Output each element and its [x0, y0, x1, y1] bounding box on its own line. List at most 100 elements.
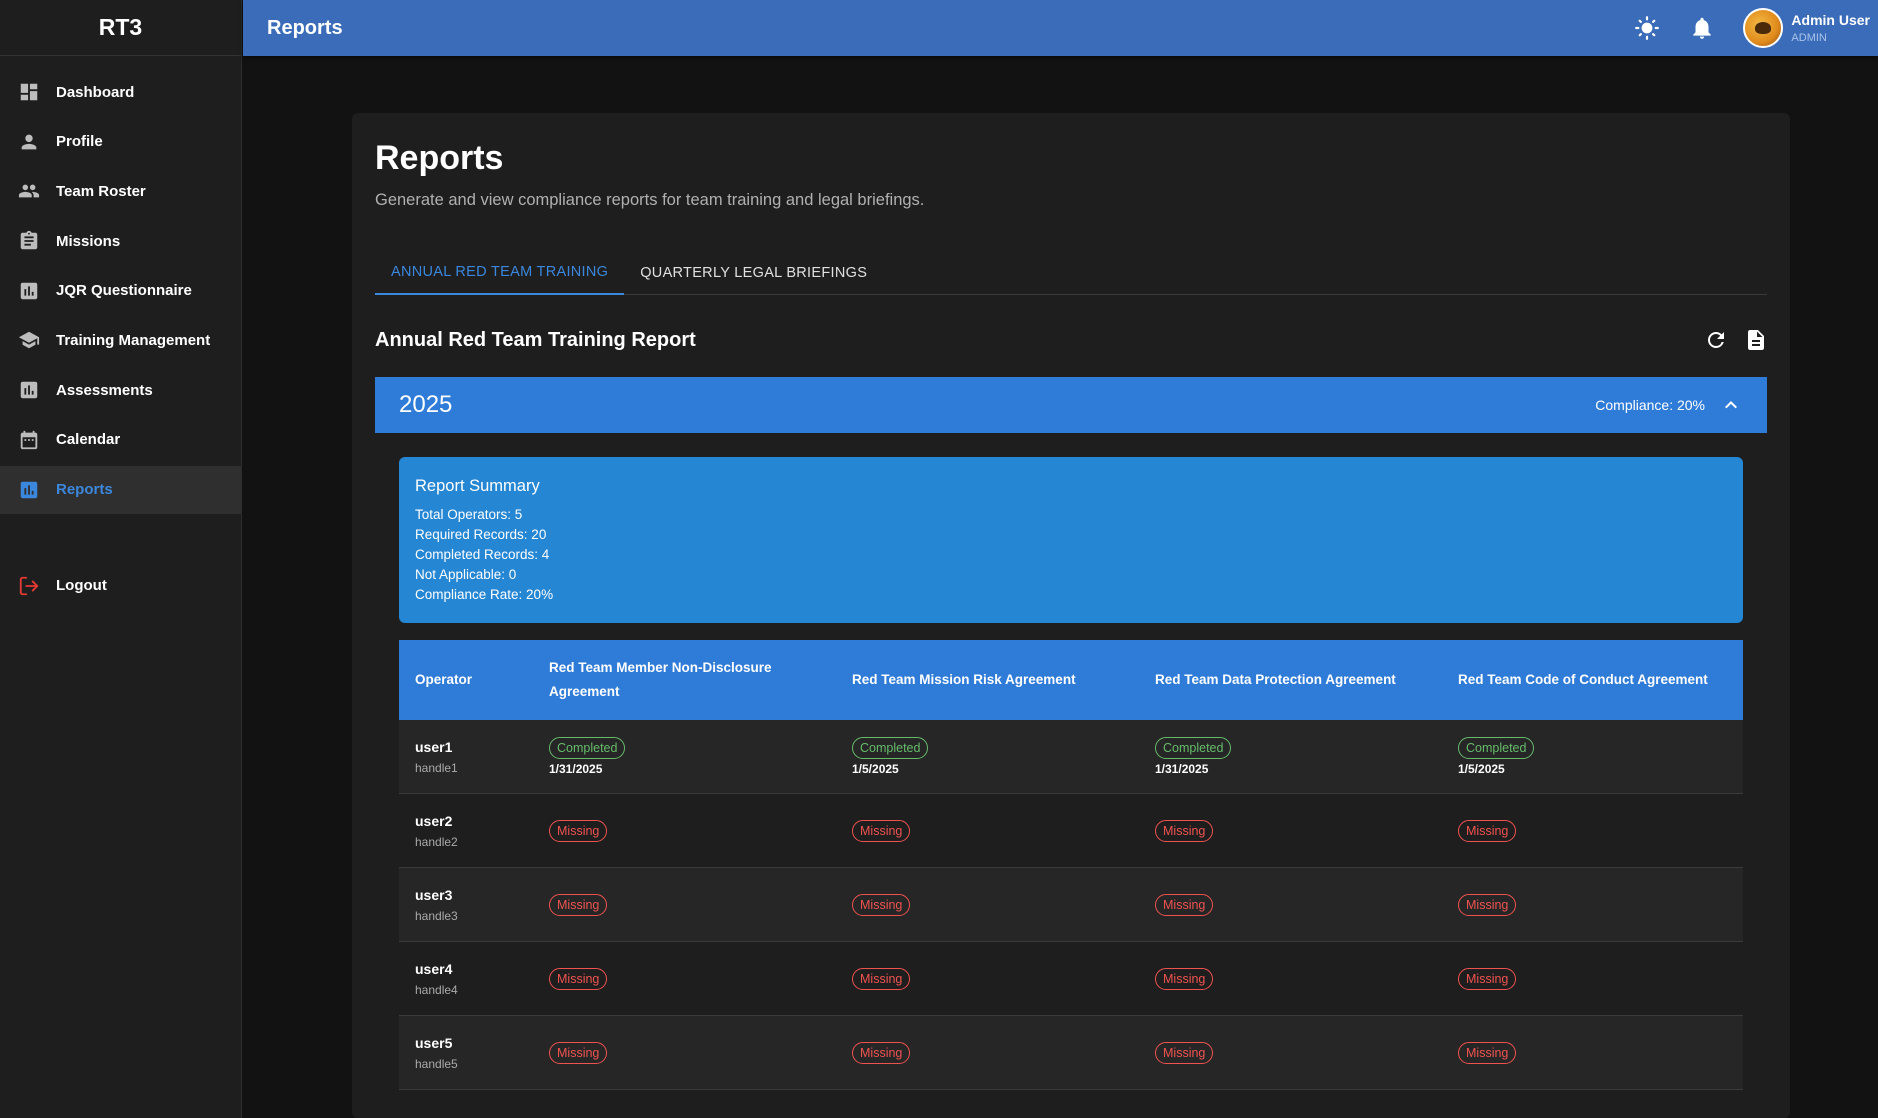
status-badge: Missing — [852, 893, 911, 916]
table-row: user3 handle3 Missing Missing Missing Missing — [399, 868, 1743, 942]
status-cell: Completed 1/31/2025 — [533, 737, 836, 776]
status-cell: Missing — [1139, 893, 1442, 916]
summary-title: Report Summary — [415, 477, 540, 495]
operator-cell: user5 handle5 — [399, 1035, 533, 1071]
sidebar-item-label: Dashboard — [56, 83, 135, 101]
sidebar-item-profile[interactable]: Profile — [0, 118, 241, 166]
document-icon[interactable] — [1744, 328, 1770, 354]
operator-cell: user4 handle4 — [399, 961, 533, 997]
sidebar-item-logout[interactable]: Logout — [0, 562, 241, 610]
brightness-icon[interactable] — [1633, 14, 1661, 42]
table-body: user1 handle1 Completed 1/31/2025 Completed 1… — [399, 720, 1743, 1090]
status-cell: Missing — [836, 967, 1139, 990]
bar-chart-icon — [18, 479, 40, 501]
sidebar-item-dashboard[interactable]: Dashboard — [0, 68, 241, 116]
logout-icon — [18, 575, 40, 597]
person-icon — [18, 131, 40, 153]
reports-panel: Reports Generate and view compliance rep… — [352, 113, 1790, 1118]
topbar-title: Reports — [267, 16, 343, 39]
sidebar-item-jqr-questionnaire[interactable]: JQR Questionnaire — [0, 267, 241, 315]
table-row: user4 handle4 Missing Missing Missing Missing — [399, 942, 1743, 1016]
topbar-actions: Admin User ADMIN — [1633, 0, 1878, 56]
summary-compliance-rate: Compliance Rate: 20% — [415, 587, 554, 602]
school-icon — [18, 329, 40, 351]
operator-name: user1 — [415, 738, 453, 755]
bell-icon[interactable] — [1688, 14, 1716, 42]
status-cell: Missing — [1442, 893, 1743, 916]
sidebar-item-label: Reports — [56, 481, 113, 498]
section-title: Annual Red Team Training Report — [375, 329, 696, 351]
user-name: Admin User — [1791, 12, 1870, 28]
status-cell: Missing — [1139, 967, 1442, 990]
status-cell: Missing — [1442, 967, 1743, 990]
sidebar-item-label: Training Management — [56, 331, 211, 349]
operator-cell: user2 handle2 — [399, 813, 533, 849]
column-header[interactable]: Red Team Code of Conduct Agreement — [1442, 668, 1743, 692]
tab-annual-red-team-training[interactable]: ANNUAL RED TEAM TRAINING — [375, 251, 625, 295]
page-subtitle: Generate and view compliance reports for… — [375, 191, 925, 209]
table-header: Operator Red Team Member Non-Disclosure … — [399, 640, 1743, 720]
sidebar-item-reports[interactable]: Reports — [0, 465, 241, 514]
status-badge: Missing — [1458, 967, 1517, 990]
user-role: ADMIN — [1791, 32, 1827, 44]
year-accordion-header[interactable]: 2025 Compliance: 20% — [375, 377, 1767, 433]
status-badge: Missing — [852, 1041, 911, 1064]
status-cell: Completed 1/5/2025 — [1442, 737, 1743, 776]
status-cell: Missing — [836, 1041, 1139, 1064]
clipboard-icon — [18, 230, 40, 252]
operator-name: user3 — [415, 886, 453, 903]
status-cell: Missing — [836, 819, 1139, 842]
table-row: user2 handle2 Missing Missing Missing Missing — [399, 794, 1743, 868]
operator-cell: user1 handle1 — [399, 739, 533, 775]
summary-total-operators: Total Operators: 5 — [415, 507, 523, 522]
status-badge: Missing — [549, 967, 608, 990]
column-header[interactable]: Red Team Member Non-Disclosure Agreement — [533, 656, 836, 704]
operator-name: user5 — [415, 1034, 453, 1051]
section-actions — [1690, 328, 1770, 354]
page-title: Reports — [375, 139, 504, 177]
operator-cell: user3 handle3 — [399, 887, 533, 923]
status-cell: Missing — [533, 819, 836, 842]
status-cell: Completed 1/31/2025 — [1139, 737, 1442, 776]
status-badge: Missing — [852, 967, 911, 990]
status-badge: Missing — [1155, 893, 1214, 916]
user-info[interactable]: Admin User ADMIN — [1791, 12, 1870, 44]
compliance-table: Operator Red Team Member Non-Disclosure … — [399, 640, 1743, 1090]
avatar[interactable] — [1743, 8, 1784, 48]
calendar-icon — [18, 429, 40, 451]
app-brand: RT3 — [0, 0, 241, 56]
group-icon — [18, 180, 40, 202]
table-row: user1 handle1 Completed 1/31/2025 Completed 1… — [399, 720, 1743, 794]
summary-not-applicable: Not Applicable: 0 — [415, 567, 517, 582]
dashboard-icon — [18, 81, 40, 103]
completion-date: 1/5/2025 — [852, 762, 899, 776]
sidebar-item-label: Logout — [56, 577, 107, 594]
summary-required-records: Required Records: 20 — [415, 527, 547, 542]
operator-handle: handle3 — [415, 908, 458, 923]
status-cell: Missing — [1139, 1041, 1442, 1064]
sidebar-item-missions[interactable]: Missions — [0, 217, 241, 265]
status-cell: Missing — [1139, 819, 1442, 842]
sidebar-item-assessments[interactable]: Assessments — [0, 366, 241, 414]
operator-handle: handle2 — [415, 834, 458, 849]
tab-quarterly-legal-briefings[interactable]: QUARTERLY LEGAL BRIEFINGS — [624, 251, 883, 295]
sidebar-item-label: Team Roster — [56, 182, 146, 200]
sidebar-item-label: JQR Questionnaire — [56, 282, 192, 300]
status-badge: Missing — [1155, 819, 1214, 842]
status-badge: Missing — [852, 819, 911, 842]
column-header[interactable]: Red Team Data Protection Agreement — [1139, 668, 1442, 692]
status-badge: Completed — [549, 737, 626, 759]
chevron-up-icon[interactable] — [1719, 393, 1743, 417]
sidebar-item-calendar[interactable]: Calendar — [0, 416, 241, 464]
sidebar-item-label: Missions — [56, 232, 121, 250]
refresh-icon[interactable] — [1704, 328, 1730, 354]
sidebar-item-team-roster[interactable]: Team Roster — [0, 167, 241, 215]
status-badge: Completed — [852, 737, 929, 759]
column-header[interactable]: Red Team Mission Risk Agreement — [836, 668, 1139, 692]
bar-chart-icon — [18, 379, 40, 401]
status-cell: Completed 1/5/2025 — [836, 737, 1139, 776]
year-label: 2025 — [399, 391, 453, 418]
column-header[interactable]: Operator — [399, 668, 533, 692]
sidebar-nav: Dashboard Profile Team Roster Missions J… — [0, 56, 241, 610]
sidebar-item-training-management[interactable]: Training Management — [0, 316, 241, 364]
